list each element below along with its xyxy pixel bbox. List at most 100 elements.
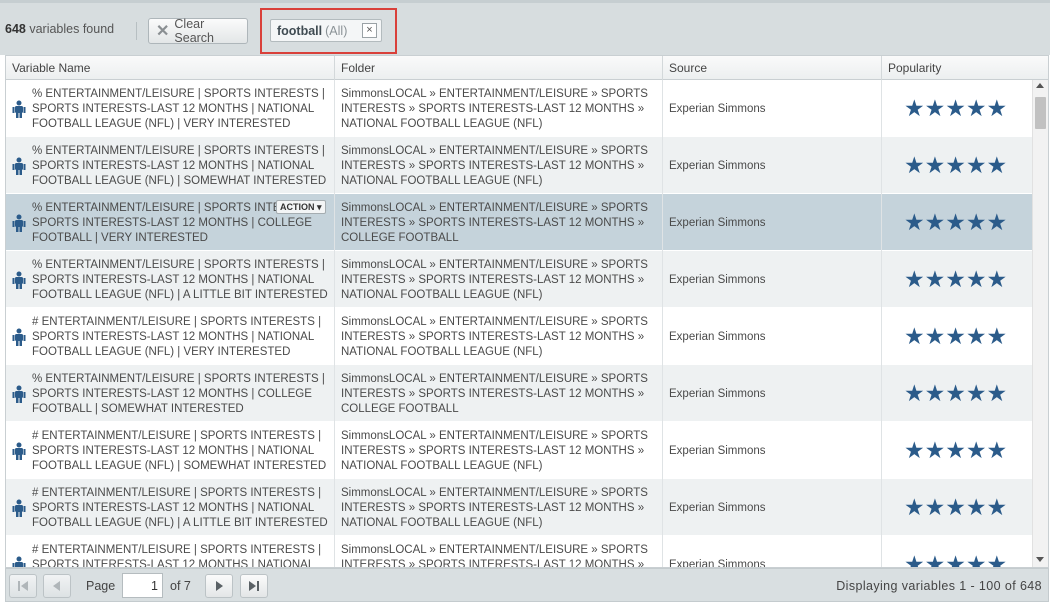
star-rating: ★★★★★: [904, 266, 1008, 292]
folder-cell: SimmonsLOCAL » ENTERTAINMENT/LEISURE » S…: [335, 536, 663, 567]
variable-name-cell: # ENTERTAINMENT/LEISURE | SPORTS INTERES…: [6, 422, 335, 479]
header-scroll-corner: [1032, 56, 1048, 80]
source-cell: Experian Simmons: [663, 80, 882, 137]
folder-cell: SimmonsLOCAL » ENTERTAINMENT/LEISURE » S…: [335, 194, 663, 251]
variable-name-text: % ENTERTAINMENT/LEISURE | SPORTS INTERES…: [32, 88, 325, 130]
search-tag-term: football: [277, 23, 323, 38]
source-cell: Experian Simmons: [663, 137, 882, 194]
star-rating: ★★★★★: [904, 551, 1008, 568]
grid-header: Variable Name Folder Source Popularity: [6, 56, 1032, 80]
clear-search-label: Clear Search: [174, 17, 215, 45]
variable-name-cell: % ENTERTAINMENT/LEISURE | SPORTS INTERES…: [6, 80, 335, 137]
source-cell: Experian Simmons: [663, 479, 882, 536]
folder-cell: SimmonsLOCAL » ENTERTAINMENT/LEISURE » S…: [335, 80, 663, 137]
next-page-icon: [216, 581, 223, 591]
variable-name-cell: # ENTERTAINMENT/LEISURE | SPORTS INTERES…: [6, 308, 335, 365]
variable-name-text: # ENTERTAINMENT/LEISURE | SPORTS INTERES…: [32, 430, 327, 472]
source-cell: Experian Simmons: [663, 365, 882, 422]
remove-tag-icon[interactable]: ×: [362, 23, 377, 38]
variables-grid: Variable Name Folder Source Popularity %…: [5, 55, 1049, 568]
results-count-number: 648: [5, 22, 26, 36]
star-rating: ★★★★★: [904, 95, 1008, 121]
popularity-cell: ★★★★★: [882, 308, 1032, 365]
scroll-thumb[interactable]: [1035, 97, 1046, 129]
results-count-label: variables found: [25, 22, 115, 36]
table-row[interactable]: # ENTERTAINMENT/LEISURE | SPORTS INTERES…: [6, 479, 1032, 536]
page-total-label: of 7: [170, 579, 191, 593]
column-header-variable-name[interactable]: Variable Name: [6, 56, 335, 80]
source-cell: Experian Simmons: [663, 422, 882, 479]
popularity-cell: ★★★★★: [882, 137, 1032, 194]
person-icon: [12, 157, 26, 175]
column-header-popularity[interactable]: Popularity: [882, 56, 1032, 80]
table-row-selected[interactable]: % ENTERTAINMENT/LEISURE | SPORTS INTERES…: [6, 194, 1032, 251]
table-row[interactable]: # ENTERTAINMENT/LEISURE | SPORTS INTERES…: [6, 536, 1032, 568]
variable-name-text: # ENTERTAINMENT/LEISURE | SPORTS INTERES…: [32, 316, 322, 358]
person-icon: [12, 442, 26, 460]
variable-name-cell: # ENTERTAINMENT/LEISURE | SPORTS INTERES…: [6, 536, 335, 568]
person-icon: [12, 100, 26, 118]
person-icon: [12, 556, 26, 567]
popularity-cell: ★★★★★: [882, 536, 1032, 568]
star-rating: ★★★★★: [904, 209, 1008, 235]
folder-cell: SimmonsLOCAL » ENTERTAINMENT/LEISURE » S…: [335, 308, 663, 365]
variable-name-text: % ENTERTAINMENT/LEISURE | SPORTS INTERES…: [32, 259, 328, 301]
table-row[interactable]: % ENTERTAINMENT/LEISURE | SPORTS INTERES…: [6, 365, 1032, 422]
popularity-cell: ★★★★★: [882, 194, 1032, 251]
person-icon: [12, 214, 26, 232]
source-cell: Experian Simmons: [663, 536, 882, 567]
prev-page-button[interactable]: [43, 574, 71, 598]
variable-name-cell: % ENTERTAINMENT/LEISURE | SPORTS INTERES…: [6, 194, 335, 251]
variable-name-text: % ENTERTAINMENT/LEISURE | SPORTS INTERES…: [32, 145, 327, 187]
variable-name-cell: % ENTERTAINMENT/LEISURE | SPORTS INTERES…: [6, 137, 335, 194]
first-page-icon: [18, 581, 28, 591]
scroll-up-arrow-icon[interactable]: [1036, 83, 1044, 88]
popularity-cell: ★★★★★: [882, 251, 1032, 308]
variable-name-text: # ENTERTAINMENT/LEISURE | SPORTS INTERES…: [32, 487, 328, 529]
vertical-scrollbar[interactable]: [1032, 80, 1048, 567]
action-menu-button[interactable]: ACTION ▾: [276, 200, 326, 214]
popularity-cell: ★★★★★: [882, 422, 1032, 479]
person-icon: [12, 271, 26, 289]
clear-search-button[interactable]: ✕ Clear Search: [148, 17, 248, 45]
variable-name-cell: # ENTERTAINMENT/LEISURE | SPORTS INTERES…: [6, 479, 335, 536]
popularity-cell: ★★★★★: [882, 80, 1032, 137]
person-icon: [12, 328, 26, 346]
folder-cell: SimmonsLOCAL » ENTERTAINMENT/LEISURE » S…: [335, 422, 663, 479]
popularity-cell: ★★★★★: [882, 479, 1032, 536]
column-header-folder[interactable]: Folder: [335, 56, 663, 80]
source-cell: Experian Simmons: [663, 194, 882, 251]
variable-name-cell: % ENTERTAINMENT/LEISURE | SPORTS INTERES…: [6, 251, 335, 308]
table-row[interactable]: # ENTERTAINMENT/LEISURE | SPORTS INTERES…: [6, 422, 1032, 479]
pagination-bar: Page of 7 Displaying variables 1 - 100 o…: [5, 568, 1049, 602]
star-rating: ★★★★★: [904, 380, 1008, 406]
column-header-source[interactable]: Source: [663, 56, 882, 80]
scroll-down-arrow-icon[interactable]: [1036, 557, 1044, 562]
folder-cell: SimmonsLOCAL » ENTERTAINMENT/LEISURE » S…: [335, 137, 663, 194]
variable-name-text: % ENTERTAINMENT/LEISURE | SPORTS INTERES…: [32, 373, 325, 415]
page-number-input[interactable]: [122, 573, 163, 598]
last-page-button[interactable]: [240, 574, 268, 598]
search-tag[interactable]: football (All) ×: [270, 19, 382, 42]
source-cell: Experian Simmons: [663, 251, 882, 308]
table-row[interactable]: % ENTERTAINMENT/LEISURE | SPORTS INTERES…: [6, 251, 1032, 308]
search-toolbar: 648 variables found ✕ Clear Search footb…: [0, 0, 1050, 55]
first-page-button[interactable]: [9, 574, 37, 598]
table-row[interactable]: % ENTERTAINMENT/LEISURE | SPORTS INTERES…: [6, 137, 1032, 194]
clear-icon: ✕: [156, 23, 170, 40]
results-count: 648 variables found: [5, 22, 114, 36]
page-label: Page: [86, 579, 116, 593]
star-rating: ★★★★★: [904, 152, 1008, 178]
table-row[interactable]: % ENTERTAINMENT/LEISURE | SPORTS INTERES…: [6, 80, 1032, 137]
folder-cell: SimmonsLOCAL » ENTERTAINMENT/LEISURE » S…: [335, 479, 663, 536]
folder-cell: SimmonsLOCAL » ENTERTAINMENT/LEISURE » S…: [335, 365, 663, 422]
paging-status-text: Displaying variables 1 - 100 of 648: [836, 579, 1042, 593]
table-row[interactable]: # ENTERTAINMENT/LEISURE | SPORTS INTERES…: [6, 308, 1032, 365]
variable-name-text: # ENTERTAINMENT/LEISURE | SPORTS INTERES…: [32, 544, 322, 568]
folder-cell: SimmonsLOCAL » ENTERTAINMENT/LEISURE » S…: [335, 251, 663, 308]
person-icon: [12, 499, 26, 517]
next-page-button[interactable]: [205, 574, 233, 598]
star-rating: ★★★★★: [904, 323, 1008, 349]
prev-page-icon: [53, 581, 60, 591]
star-rating: ★★★★★: [904, 437, 1008, 463]
